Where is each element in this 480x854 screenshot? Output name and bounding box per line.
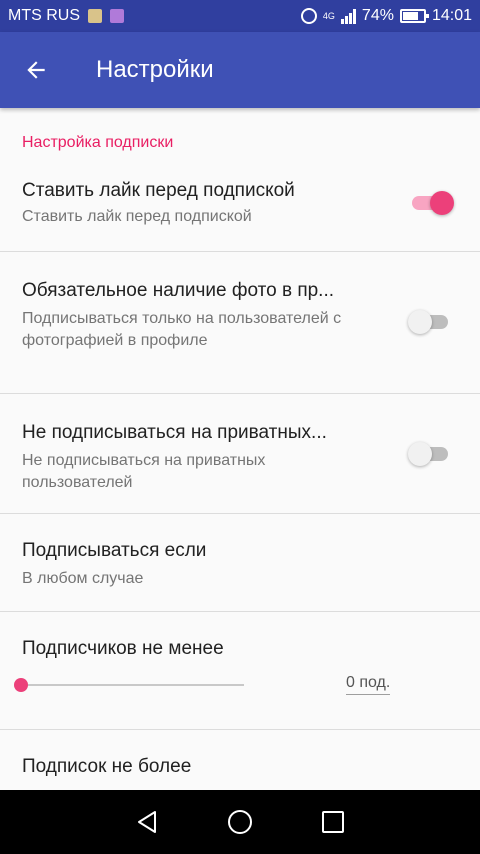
app-bar: Настройки bbox=[0, 32, 480, 108]
battery-icon bbox=[399, 9, 429, 23]
back-button[interactable] bbox=[0, 32, 72, 108]
slider-track bbox=[20, 684, 244, 686]
page-title: Настройки bbox=[96, 56, 214, 83]
alarm-icon bbox=[300, 8, 317, 24]
private-toggle[interactable] bbox=[408, 442, 450, 466]
pref-like-before-follow[interactable]: Ставить лайк перед подпиской Ставить лай… bbox=[0, 166, 480, 252]
pref-summary: Не подписываться на приватных пользовате… bbox=[22, 452, 266, 491]
pref-summary: Ставить лайк перед подпиской bbox=[22, 208, 252, 225]
nav-home-icon bbox=[227, 810, 252, 834]
settings-list[interactable]: Настройка подписки Ставить лайк перед по… bbox=[0, 108, 480, 790]
battery-percent: 74% bbox=[361, 7, 394, 24]
nav-home-button[interactable] bbox=[220, 802, 260, 842]
sim-card-icon bbox=[88, 9, 102, 23]
status-bar: MTS RUS 4G 74% 14:01 bbox=[0, 0, 480, 32]
pref-min-followers[interactable]: Подписчиков не менее 0 под. bbox=[0, 612, 480, 730]
navigation-bar bbox=[0, 790, 480, 854]
carrier-label: MTS RUS bbox=[8, 7, 80, 24]
photo-toggle[interactable] bbox=[408, 310, 450, 334]
nav-back-button[interactable] bbox=[127, 802, 167, 842]
pref-require-photo[interactable]: Обязательное наличие фото в пр... Подпис… bbox=[0, 252, 480, 394]
pref-title: Подписчиков не менее bbox=[22, 638, 224, 659]
notification-app-icon bbox=[110, 9, 124, 23]
nav-recents-button[interactable] bbox=[313, 802, 353, 842]
pref-title: Обязательное наличие фото в пр... bbox=[22, 280, 335, 301]
network-type-label: 4G bbox=[322, 10, 335, 21]
clock: 14:01 bbox=[431, 7, 472, 24]
pref-skip-private[interactable]: Не подписываться на приватных... Не подп… bbox=[0, 394, 480, 514]
min-followers-slider[interactable]: 0 под. bbox=[0, 660, 480, 710]
pref-summary: Подписываться только на пользователей с … bbox=[22, 310, 342, 349]
slider-value[interactable]: 0 под. bbox=[346, 674, 391, 695]
pref-follow-if[interactable]: Подписываться если В любом случае bbox=[0, 514, 480, 612]
arrow-back-icon bbox=[27, 61, 45, 79]
pref-title: Подписок не более bbox=[22, 756, 192, 777]
section-header: Настройка подписки bbox=[22, 134, 174, 151]
slider-thumb[interactable] bbox=[14, 678, 28, 692]
pref-title: Подписываться если bbox=[22, 540, 207, 561]
pref-summary: В любом случае bbox=[22, 570, 144, 587]
signal-strength-icon bbox=[340, 8, 356, 24]
pref-title: Ставить лайк перед подпиской bbox=[22, 180, 295, 201]
like-toggle[interactable] bbox=[410, 191, 454, 215]
nav-back-icon bbox=[137, 811, 156, 833]
pref-title: Не подписываться на приватных... bbox=[22, 422, 327, 443]
pref-max-following[interactable]: Подписок не более bbox=[0, 730, 480, 790]
nav-recents-icon bbox=[322, 811, 345, 833]
